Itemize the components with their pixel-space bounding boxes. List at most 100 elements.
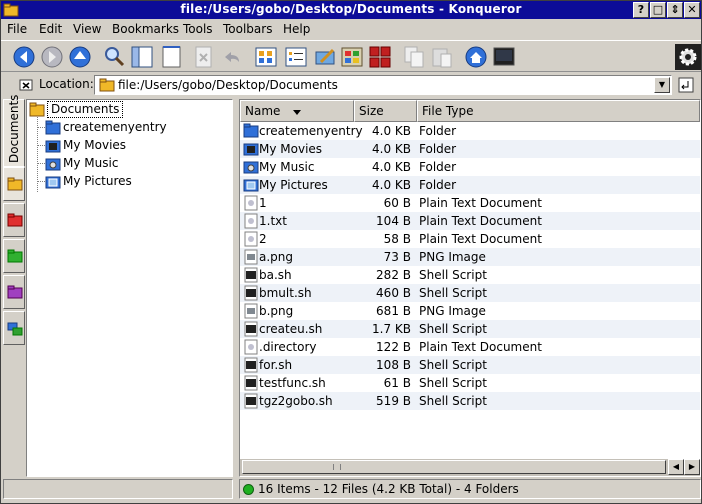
column-type[interactable]: File Type [417, 100, 700, 122]
sidebar-tabs: Documents [1, 95, 26, 471]
file-row[interactable]: createmenyentry 4.0 KB Folder [240, 122, 700, 140]
menu-tools[interactable]: Tools [183, 22, 213, 36]
terminal-icon[interactable] [491, 44, 517, 70]
konqueror-window: file:/Users/gobo/Desktop/Documents - Kon… [0, 0, 702, 504]
file-row[interactable]: testfunc.sh 61 B Shell Script [240, 374, 700, 392]
icon-view-icon[interactable] [253, 44, 279, 70]
file-row[interactable]: createu.sh 1.7 KB Shell Script [240, 320, 700, 338]
file-name: bmult.sh [259, 286, 312, 300]
file-size: 60 B [383, 196, 411, 210]
file-size: 108 B [376, 358, 411, 372]
menu-toolbars[interactable]: Toolbars [223, 22, 272, 36]
file-row[interactable]: 2 58 B Plain Text Document [240, 230, 700, 248]
stop-icon[interactable] [191, 44, 217, 70]
title-bar[interactable]: file:/Users/gobo/Desktop/Documents - Kon… [1, 1, 701, 19]
sidebar-tab-documents[interactable]: Documents [3, 95, 25, 167]
file-size: 4.0 KB [372, 178, 411, 192]
file-row[interactable]: tgz2gobo.sh 519 B Shell Script [240, 392, 700, 410]
file-row[interactable]: My Pictures 4.0 KB Folder [240, 176, 700, 194]
sidebar-tab-services[interactable] [3, 275, 25, 309]
file-row[interactable]: 1 60 B Plain Text Document [240, 194, 700, 212]
split-view-icon[interactable] [129, 44, 155, 70]
scrollbar-thumb[interactable] [242, 460, 666, 474]
purple-folder-icon [7, 285, 23, 299]
forward-icon[interactable] [39, 44, 65, 70]
file-row[interactable]: b.png 681 B PNG Image [240, 302, 700, 320]
file-name: a.png [259, 250, 294, 264]
paste-icon[interactable] [429, 44, 455, 70]
file-name: 2 [259, 232, 267, 246]
folder-icon [99, 78, 115, 92]
file-row[interactable]: My Music 4.0 KB Folder [240, 158, 700, 176]
sidebar-tab-bookmarks[interactable] [3, 203, 25, 237]
file-row[interactable]: ba.sh 282 B Shell Script [240, 266, 700, 284]
tree-item-label: My Music [63, 156, 119, 170]
go-icon[interactable] [678, 77, 694, 93]
file-name: ba.sh [259, 268, 292, 282]
edit-icon[interactable] [313, 44, 339, 70]
green-folder-icon [7, 249, 23, 263]
file-type: Folder [419, 160, 457, 174]
file-name: tgz2gobo.sh [259, 394, 333, 408]
image-file-icon [244, 303, 258, 319]
file-type: Folder [419, 142, 457, 156]
text-file-icon [244, 339, 258, 355]
file-name: 1 [259, 196, 267, 210]
desktop-icon[interactable] [339, 44, 365, 70]
undo-icon[interactable] [219, 44, 245, 70]
location-dropdown-button[interactable]: ▼ [654, 77, 670, 93]
scroll-left-button[interactable]: ◀ [668, 459, 684, 475]
menu-bookmarks[interactable]: Bookmarks [112, 22, 179, 36]
column-name[interactable]: Name [240, 100, 354, 122]
file-row[interactable]: 1.txt 104 B Plain Text Document [240, 212, 700, 230]
help-window-button[interactable]: ? [633, 2, 649, 18]
home-icon[interactable] [463, 44, 489, 70]
location-value: file:/Users/gobo/Desktop/Documents [118, 78, 338, 92]
blue-folder-icon [45, 120, 61, 135]
file-type: Shell Script [419, 376, 487, 390]
folder-icon [243, 123, 259, 138]
sidebar-tab-home[interactable] [3, 167, 25, 201]
file-name: b.png [259, 304, 294, 318]
menu-view[interactable]: View [73, 22, 101, 36]
menu-file[interactable]: File [7, 22, 27, 36]
file-type: Folder [419, 178, 457, 192]
new-view-icon[interactable] [159, 44, 185, 70]
red-folder-icon [7, 213, 23, 227]
copy-icon[interactable] [401, 44, 427, 70]
location-input[interactable]: file:/Users/gobo/Desktop/Documents ▼ [94, 75, 672, 95]
detailed-view-icon[interactable] [283, 44, 309, 70]
file-row[interactable]: bmult.sh 460 B Shell Script [240, 284, 700, 302]
clear-location-icon[interactable] [19, 78, 33, 92]
scroll-right-button[interactable]: ▶ [684, 459, 700, 475]
file-type: Shell Script [419, 394, 487, 408]
apps-icon[interactable] [367, 44, 393, 70]
up-icon[interactable] [67, 44, 93, 70]
script-file-icon [244, 357, 258, 373]
pictures-folder-icon [243, 179, 259, 192]
close-window-button[interactable]: ✕ [684, 2, 700, 18]
file-type: Shell Script [419, 268, 487, 282]
file-type: Shell Script [419, 322, 487, 336]
file-row[interactable]: for.sh 108 B Shell Script [240, 356, 700, 374]
menu-help[interactable]: Help [283, 22, 310, 36]
file-size: 104 B [376, 214, 411, 228]
file-list-view: Name Size File Type createmenyentry 4.0 K… [239, 99, 701, 477]
script-file-icon [244, 321, 258, 337]
file-row[interactable]: .directory 122 B Plain Text Document [240, 338, 700, 356]
sidebar-tab-network[interactable] [3, 311, 25, 345]
sidebar-tab-history[interactable] [3, 239, 25, 273]
file-size: 4.0 KB [372, 142, 411, 156]
file-row[interactable]: My Movies 4.0 KB Folder [240, 140, 700, 158]
file-row[interactable]: a.png 73 B PNG Image [240, 248, 700, 266]
maximize-window-button[interactable]: □ [650, 2, 666, 18]
back-icon[interactable] [11, 44, 37, 70]
tree-item-label: createmenyentry [63, 120, 167, 134]
shade-window-button[interactable]: ⇕ [667, 2, 683, 18]
column-size[interactable]: Size [354, 100, 417, 122]
menu-bar: File Edit View Bookmarks Tools Toolbars … [1, 20, 701, 40]
file-name: My Pictures [259, 178, 328, 192]
menu-edit[interactable]: Edit [39, 22, 62, 36]
find-icon[interactable] [101, 44, 127, 70]
horizontal-scrollbar[interactable]: ◀ ▶ [240, 458, 700, 476]
